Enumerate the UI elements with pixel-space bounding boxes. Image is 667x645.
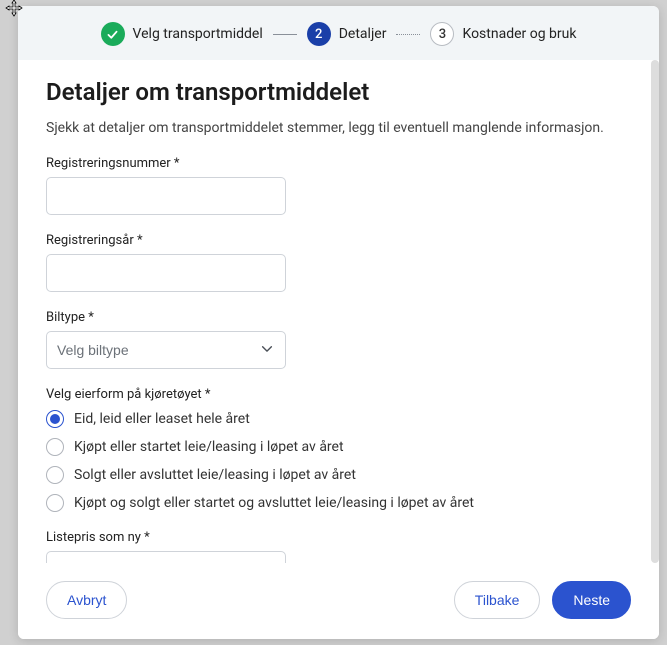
eierform-option-1[interactable]: Eid, leid eller leaset hele året — [46, 410, 631, 428]
cancel-button[interactable]: Avbryt — [46, 581, 127, 619]
eierform-option-3[interactable]: Solgt eller avsluttet leie/leasing i løp… — [46, 466, 631, 484]
next-button[interactable]: Neste — [552, 581, 631, 619]
transport-details-modal: Velg transportmiddel 2 Detaljer 3 Kostna… — [18, 6, 659, 639]
step-2-label: Detaljer — [339, 26, 387, 42]
biltype-group: Biltype * Velg biltype — [46, 310, 631, 369]
step-completed-icon — [101, 22, 125, 46]
listepris-group: Listepris som ny * — [46, 530, 631, 563]
regnr-group: Registreringsnummer * — [46, 156, 631, 215]
radio-selected-icon — [46, 410, 64, 428]
step-1-label: Velg transportmiddel — [133, 26, 263, 42]
biltype-label: Biltype * — [46, 310, 631, 325]
radio-label: Solgt eller avsluttet leie/leasing i løp… — [74, 467, 356, 483]
back-button[interactable]: Tilbake — [454, 581, 541, 619]
radio-label: Kjøpt og solgt eller startet og avslutte… — [74, 495, 474, 511]
regnr-label: Registreringsnummer * — [46, 156, 631, 171]
step-1: Velg transportmiddel — [101, 22, 263, 46]
radio-unselected-icon — [46, 466, 64, 484]
radio-unselected-icon — [46, 494, 64, 512]
form-content: Detaljer om transportmiddelet Sjekk at d… — [18, 60, 659, 563]
step-upcoming-icon: 3 — [430, 22, 454, 46]
eierform-option-2[interactable]: Kjøpt eller startet leie/leasing i løpet… — [46, 438, 631, 456]
radio-unselected-icon — [46, 438, 64, 456]
eierform-option-4[interactable]: Kjøpt og solgt eller startet og avslutte… — [46, 494, 631, 512]
biltype-select[interactable]: Velg biltype — [46, 331, 286, 369]
page-description: Sjekk at detaljer om transportmiddelet s… — [46, 118, 631, 138]
radio-label: Eid, leid eller leaset hele året — [74, 411, 250, 427]
step-current-icon: 2 — [307, 22, 331, 46]
step-3-label: Kostnader og bruk — [462, 26, 576, 42]
eierform-group: Velg eierform på kjøretøyet * Eid, leid … — [46, 387, 631, 512]
step-connector — [396, 34, 420, 35]
page-title: Detaljer om transportmiddelet — [46, 78, 631, 106]
listepris-input[interactable] — [46, 551, 286, 563]
regaar-group: Registreringsår * — [46, 233, 631, 292]
stepper: Velg transportmiddel 2 Detaljer 3 Kostna… — [18, 6, 659, 60]
regaar-input[interactable] — [46, 254, 286, 292]
step-3: 3 Kostnader og bruk — [430, 22, 576, 46]
step-2: 2 Detaljer — [307, 22, 387, 46]
move-cursor-icon — [4, 0, 24, 22]
regaar-label: Registreringsår * — [46, 233, 631, 248]
regnr-input[interactable] — [46, 177, 286, 215]
eierform-label: Velg eierform på kjøretøyet * — [46, 387, 631, 402]
eierform-radio-group: Eid, leid eller leaset hele året Kjøpt e… — [46, 410, 631, 512]
step-connector — [273, 34, 297, 35]
radio-label: Kjøpt eller startet leie/leasing i løpet… — [74, 439, 344, 455]
scrollbar[interactable] — [651, 60, 659, 563]
modal-footer: Avbryt Tilbake Neste — [18, 563, 659, 639]
listepris-label: Listepris som ny * — [46, 530, 631, 545]
